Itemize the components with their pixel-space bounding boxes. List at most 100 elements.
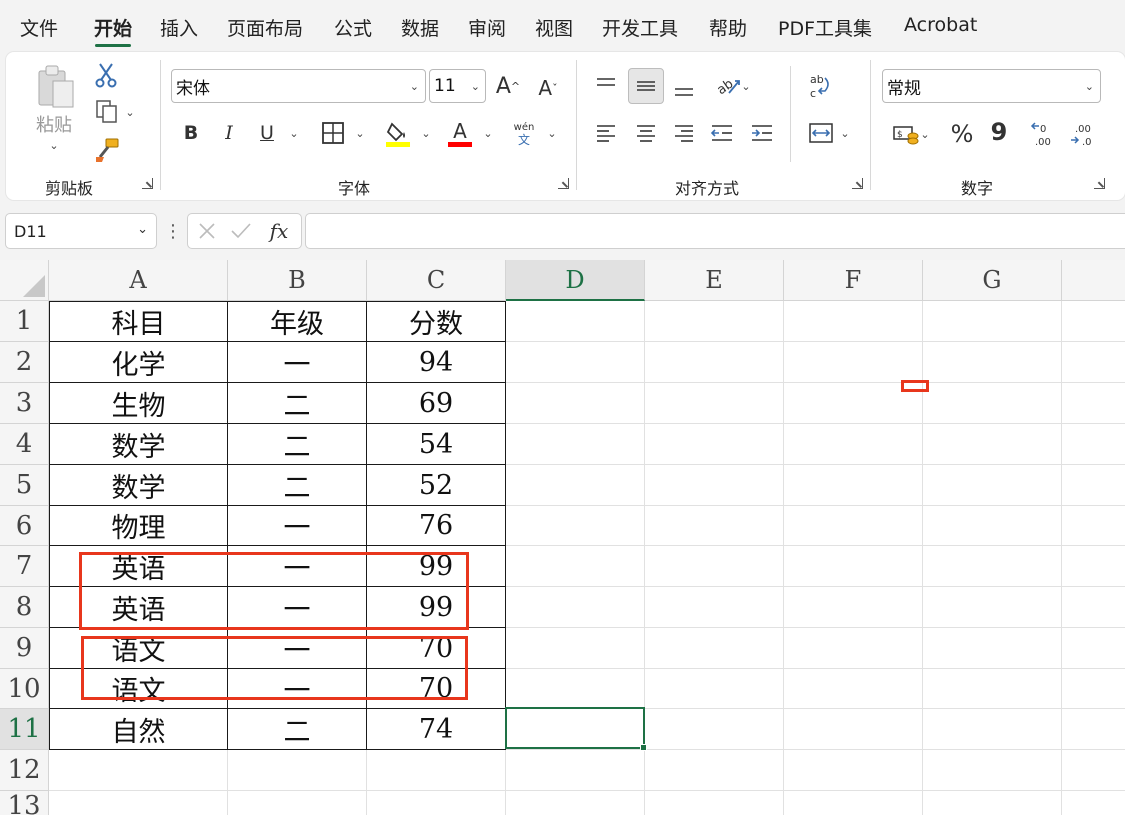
- align-top-icon[interactable]: [590, 70, 622, 102]
- table-cell[interactable]: [506, 791, 645, 815]
- underline-dropdown-caret[interactable]: ⌄: [286, 124, 302, 142]
- table-cell[interactable]: [1062, 342, 1125, 383]
- table-cell[interactable]: [1062, 791, 1125, 815]
- row-header[interactable]: 1: [0, 301, 49, 342]
- table-cell[interactable]: [923, 669, 1062, 709]
- table-cell[interactable]: 一: [228, 628, 367, 669]
- table-cell[interactable]: [1062, 709, 1125, 750]
- column-header[interactable]: C: [367, 260, 506, 301]
- row-header[interactable]: 13: [0, 791, 49, 815]
- table-cell[interactable]: 二: [228, 465, 367, 506]
- table-cell[interactable]: [49, 750, 228, 791]
- table-cell[interactable]: 一: [228, 342, 367, 383]
- table-cell[interactable]: [784, 342, 923, 383]
- number-format-dropdown[interactable]: 常规 ⌄: [882, 69, 1101, 103]
- table-cell[interactable]: [1062, 506, 1125, 546]
- menu-review[interactable]: 审阅: [468, 14, 506, 41]
- table-cell[interactable]: [506, 750, 645, 791]
- table-cell[interactable]: 英语: [49, 546, 228, 587]
- table-cell[interactable]: [923, 383, 1062, 424]
- table-cell[interactable]: 二: [228, 383, 367, 424]
- column-header[interactable]: E: [645, 260, 784, 301]
- font-color-dropdown-caret[interactable]: ⌄: [480, 124, 496, 142]
- menu-data[interactable]: 数据: [401, 14, 439, 41]
- column-header[interactable]: B: [228, 260, 367, 301]
- table-cell[interactable]: [784, 506, 923, 546]
- select-all-corner[interactable]: [0, 260, 49, 301]
- table-cell[interactable]: [645, 587, 784, 628]
- table-cell[interactable]: [49, 791, 228, 815]
- row-header[interactable]: 11: [0, 709, 49, 750]
- formula-input[interactable]: [305, 213, 1125, 249]
- align-left-icon[interactable]: [590, 117, 622, 149]
- increase-indent-icon[interactable]: [746, 117, 778, 149]
- table-cell[interactable]: [645, 342, 784, 383]
- table-cell[interactable]: [367, 791, 506, 815]
- menu-pdf-tools[interactable]: PDF工具集: [778, 14, 872, 41]
- table-cell[interactable]: [923, 791, 1062, 815]
- column-header[interactable]: D: [506, 260, 645, 301]
- row-header[interactable]: 9: [0, 628, 49, 669]
- table-cell[interactable]: [506, 587, 645, 628]
- table-cell[interactable]: 74: [367, 709, 506, 750]
- accounting-format-icon[interactable]: $ ⌄: [886, 118, 936, 150]
- copy-icon[interactable]: ⌄: [92, 98, 138, 126]
- table-cell[interactable]: [923, 342, 1062, 383]
- table-cell[interactable]: [228, 791, 367, 815]
- underline-button[interactable]: U: [254, 118, 280, 148]
- table-cell[interactable]: 一: [228, 669, 367, 709]
- table-cell[interactable]: 一: [228, 506, 367, 546]
- table-cell[interactable]: [923, 750, 1062, 791]
- table-cell[interactable]: 物理: [49, 506, 228, 546]
- table-cell[interactable]: [645, 628, 784, 669]
- chevron-down-icon[interactable]: ⌄: [137, 222, 148, 237]
- table-cell[interactable]: [645, 506, 784, 546]
- table-cell[interactable]: 76: [367, 506, 506, 546]
- table-cell[interactable]: [1062, 383, 1125, 424]
- row-header[interactable]: 10: [0, 669, 49, 709]
- menu-help[interactable]: 帮助: [709, 14, 747, 41]
- row-header[interactable]: 12: [0, 750, 49, 791]
- menu-insert[interactable]: 插入: [160, 14, 198, 41]
- fill-color-dropdown-caret[interactable]: ⌄: [418, 124, 434, 142]
- paste-label[interactable]: 粘贴: [34, 112, 74, 136]
- table-cell[interactable]: [784, 669, 923, 709]
- table-cell[interactable]: 自然: [49, 709, 228, 750]
- menu-view[interactable]: 视图: [535, 14, 573, 41]
- align-right-icon[interactable]: [668, 117, 700, 149]
- table-cell[interactable]: [367, 750, 506, 791]
- borders-icon[interactable]: [319, 118, 347, 148]
- table-cell[interactable]: [228, 750, 367, 791]
- table-cell[interactable]: [784, 750, 923, 791]
- menu-developer[interactable]: 开发工具: [602, 14, 678, 41]
- table-cell[interactable]: [1062, 424, 1125, 465]
- enter-icon[interactable]: [228, 218, 254, 244]
- table-cell[interactable]: [645, 383, 784, 424]
- menu-file[interactable]: 文件: [20, 14, 58, 41]
- decrease-decimal-icon[interactable]: .00.0: [1066, 118, 1100, 150]
- table-cell[interactable]: 语文: [49, 669, 228, 709]
- percent-style-button[interactable]: %: [946, 118, 978, 150]
- table-cell[interactable]: [784, 465, 923, 506]
- table-cell[interactable]: [1062, 301, 1125, 342]
- font-size-dropdown[interactable]: 11 ⌄: [429, 69, 486, 103]
- menu-acrobat[interactable]: Acrobat: [904, 14, 977, 36]
- row-header[interactable]: 7: [0, 546, 49, 587]
- table-cell[interactable]: 数学: [49, 465, 228, 506]
- table-cell[interactable]: 数学: [49, 424, 228, 465]
- bold-button[interactable]: B: [178, 118, 204, 148]
- table-cell[interactable]: [784, 301, 923, 342]
- table-cell[interactable]: [645, 546, 784, 587]
- table-cell[interactable]: [645, 669, 784, 709]
- table-cell[interactable]: [645, 791, 784, 815]
- table-cell[interactable]: [784, 424, 923, 465]
- format-painter-icon[interactable]: [93, 136, 121, 164]
- borders-dropdown-caret[interactable]: ⌄: [352, 124, 368, 142]
- decrease-font-size-icon[interactable]: Aˇ: [532, 72, 564, 104]
- increase-font-size-icon[interactable]: A ^: [492, 70, 524, 102]
- text-orientation-icon[interactable]: ab ⌄: [708, 70, 758, 102]
- increase-decimal-icon[interactable]: 0.00: [1026, 118, 1060, 150]
- table-cell[interactable]: [784, 628, 923, 669]
- column-header[interactable]: A: [49, 260, 228, 301]
- table-cell[interactable]: [506, 342, 645, 383]
